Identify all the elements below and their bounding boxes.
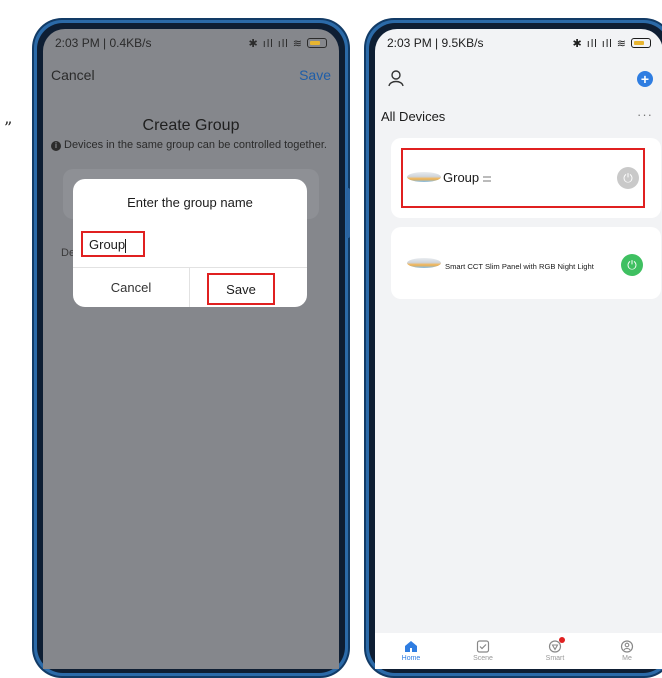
bottom-tab-bar: Home Scene Smart Me: [375, 633, 662, 669]
ceiling-light-icon: [407, 258, 441, 268]
me-icon: [620, 640, 634, 653]
device-card-panel[interactable]: Smart CCT Slim Panel with RGB Night Ligh…: [391, 227, 661, 299]
tab-home[interactable]: Home: [375, 633, 447, 669]
device-name-label: Group: [443, 170, 480, 185]
home-icon: [405, 641, 417, 652]
more-options-icon[interactable]: ···: [637, 107, 653, 122]
scene-icon: [476, 640, 490, 653]
dialog-button-divider: [189, 268, 190, 307]
text-cursor: [125, 238, 127, 253]
status-bar: 2:03 PM | 9.5KB/s ✱ ıll ıll ≋: [375, 29, 662, 57]
all-devices-screen: 2:03 PM | 9.5KB/s ✱ ıll ıll ≋ + All Devi…: [375, 29, 662, 669]
info-text: i Devices in the same group can be contro…: [51, 139, 339, 151]
battery-icon: [631, 38, 651, 48]
user-icon[interactable]: [387, 69, 405, 87]
power-button-off[interactable]: ⏻: [617, 167, 639, 189]
tab-label: Home: [401, 655, 421, 662]
notification-dot: [559, 637, 565, 643]
group-name-input[interactable]: Group: [81, 231, 145, 257]
cancel-button[interactable]: Cancel: [51, 67, 95, 83]
info-icon: i: [51, 141, 61, 151]
tab-me[interactable]: Me: [591, 633, 662, 669]
smart-icon: [548, 637, 565, 653]
tab-label: Scene: [473, 655, 493, 662]
save-button[interactable]: Save: [299, 67, 331, 83]
power-button-on[interactable]: ⏻: [621, 254, 643, 276]
add-device-button[interactable]: +: [637, 71, 653, 87]
side-button: [346, 188, 350, 238]
tab-label: Me: [622, 655, 632, 662]
battery-icon: [307, 38, 327, 48]
group-name-value: Group: [89, 237, 126, 252]
top-nav: Cancel Save: [43, 57, 339, 93]
group-name-dialog: Enter the group name Group Cancel Save: [73, 179, 307, 307]
dialog-cancel-button[interactable]: Cancel: [73, 268, 189, 307]
status-bar: 2:03 PM | 0.4KB/s ✱ ıll ıll ≋: [43, 29, 339, 57]
device-name: Group: [443, 170, 492, 185]
tab-smart[interactable]: Smart: [519, 633, 591, 669]
tab-scene[interactable]: Scene: [447, 633, 519, 669]
dialog-save-button[interactable]: Save: [207, 273, 275, 305]
group-badge-icon: [483, 175, 492, 182]
stray-quote-mark: ”: [4, 118, 13, 137]
status-icons: ✱ ıll ıll ≋: [572, 37, 627, 50]
status-icons: ✱ ıll ıll ≋: [248, 37, 303, 50]
dialog-title: Enter the group name: [127, 195, 253, 210]
left-phone-frame: 2:03 PM | 0.4KB/s ✱ ıll ıll ≋ Cancel Sav…: [32, 18, 350, 678]
section-title: All Devices: [381, 109, 446, 124]
device-name: Smart CCT Slim Panel with RGB Night Ligh…: [445, 262, 594, 271]
ceiling-light-icon: [407, 172, 441, 182]
info-label: Devices in the same group can be control…: [64, 139, 327, 151]
device-card-group[interactable]: Group ⏻: [391, 138, 661, 218]
tab-label: Smart: [545, 655, 565, 662]
right-phone-frame: 2:03 PM | 9.5KB/s ✱ ıll ıll ≋ + All Devi…: [364, 18, 662, 678]
status-time: 2:03 PM | 9.5KB/s: [387, 36, 484, 50]
page-title: Create Group: [142, 117, 240, 134]
status-time: 2:03 PM | 0.4KB/s: [55, 36, 152, 50]
create-group-screen: 2:03 PM | 0.4KB/s ✱ ıll ıll ≋ Cancel Sav…: [43, 29, 339, 669]
